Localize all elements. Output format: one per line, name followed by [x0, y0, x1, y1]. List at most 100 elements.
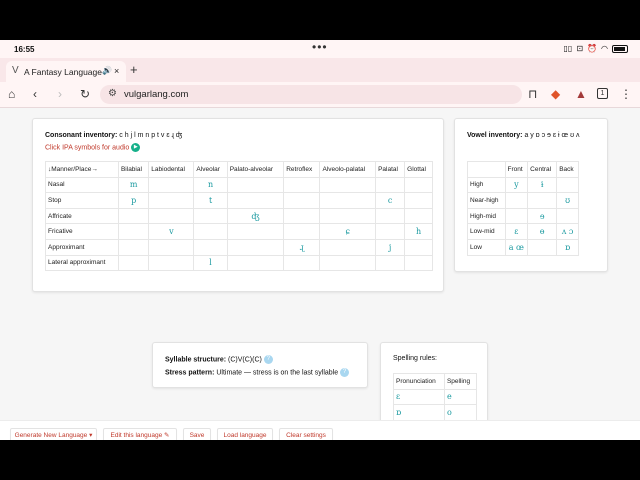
- brave-shield-icon[interactable]: ◆: [551, 87, 560, 101]
- syllable-help-icon[interactable]: ?: [263, 355, 273, 364]
- place-header: Bilabial: [117, 161, 150, 178]
- empty-cell: [527, 238, 558, 256]
- spelling-table: Pronunciation Spelling ɛeɒo: [393, 373, 478, 420]
- save-button[interactable]: Save: [183, 428, 211, 440]
- vowel-column-header: Central: [527, 161, 558, 178]
- empty-cell: [283, 192, 321, 209]
- empty-cell: [319, 192, 377, 209]
- manner-label: Lateral approximant: [45, 254, 119, 272]
- empty-cell: [226, 192, 285, 209]
- wifi-icon: ◠: [601, 44, 608, 53]
- chevron-down-icon: ▾: [89, 432, 93, 439]
- clock: 16:55: [14, 45, 35, 54]
- ipa-symbol[interactable]: ʊ: [556, 192, 579, 209]
- edit-language-button[interactable]: Edit this language ✎: [103, 428, 177, 440]
- audio-hint: Click IPA symbols for audio ▶: [45, 143, 141, 152]
- empty-cell: [556, 207, 579, 225]
- overflow-menu-icon[interactable]: ⋮: [620, 87, 632, 101]
- empty-cell: [504, 207, 529, 225]
- ipa-symbol[interactable]: v: [148, 223, 195, 240]
- split-screen-icon: ▯▯: [563, 44, 573, 53]
- status-bar: 16:55 ••• ▯▯ ⊡ ⏰ ◠: [0, 40, 640, 58]
- empty-cell: [148, 176, 195, 194]
- spelling-header-row: Pronunciation Spelling: [393, 373, 478, 390]
- ipa-symbol[interactable]: e: [443, 388, 478, 406]
- vowel-card: Vowel inventory: a y ɒ ɔ ɘ ɛ ɨ œ ʊ ʌ Fro…: [454, 118, 608, 272]
- syllable-structure-value: (C)V(C)(C): [228, 356, 262, 364]
- consonant-row: Nasal m n: [45, 176, 433, 194]
- empty-cell: [117, 238, 150, 256]
- place-header: Alveolar: [193, 161, 228, 178]
- manner-label: Approximant: [45, 238, 119, 256]
- spelling-column-header: Spelling: [443, 373, 478, 390]
- empty-cell: [504, 192, 529, 209]
- ipa-symbol[interactable]: o: [443, 404, 478, 420]
- audio-playing-icon[interactable]: 🔊: [102, 66, 112, 75]
- bookmark-icon[interactable]: ⊓: [528, 87, 537, 101]
- ipa-symbol[interactable]: ɛ: [504, 223, 529, 240]
- close-tab-icon[interactable]: ×: [114, 66, 119, 76]
- empty-cell: [148, 207, 195, 225]
- consonant-row: Lateral approximant l: [45, 254, 433, 272]
- ipa-symbol[interactable]: ʤ: [226, 207, 285, 225]
- ipa-symbol[interactable]: h: [404, 223, 433, 240]
- clear-settings-button[interactable]: Clear settings: [279, 428, 333, 440]
- reload-icon[interactable]: ↻: [80, 87, 90, 101]
- ipa-symbol[interactable]: ɕ: [319, 223, 377, 240]
- empty-cell: [193, 223, 228, 240]
- consonant-row: Affricate ʤ: [45, 207, 433, 225]
- consonant-row: Fricative v ɕ h: [45, 223, 433, 240]
- spelling-row: ɒo: [393, 404, 478, 420]
- ipa-symbol[interactable]: l: [193, 254, 228, 272]
- ipa-symbol[interactable]: ɒ: [556, 238, 579, 256]
- empty-cell: [148, 254, 195, 272]
- home-icon[interactable]: ⌂: [8, 87, 15, 101]
- window-menu-icon[interactable]: •••: [312, 40, 328, 54]
- ipa-symbol[interactable]: ɛ: [393, 388, 445, 406]
- tab-strip: V A Fantasy Language 🔊 × +: [0, 58, 640, 82]
- new-tab-button[interactable]: +: [130, 62, 138, 77]
- back-icon[interactable]: ‹: [33, 87, 37, 101]
- vowel-inventory-list: a y ɒ ɔ ɘ ɛ ɨ œ ʊ ʌ: [524, 132, 580, 139]
- ipa-symbol[interactable]: ɘ: [527, 207, 558, 225]
- empty-cell: [319, 238, 377, 256]
- stress-help-icon[interactable]: ?: [340, 368, 350, 377]
- play-audio-icon[interactable]: ▶: [131, 143, 141, 152]
- address-bar: ⌂ ‹ › ↻ ⚙ vulgarlang.com ⊓ ◆ ▲ 1 ⋮: [0, 82, 640, 108]
- generate-label: Generate New Language: [14, 432, 88, 439]
- vowel-inventory-label: Vowel inventory:: [467, 132, 523, 139]
- ipa-symbol[interactable]: ɻ: [283, 238, 321, 256]
- ipa-symbol[interactable]: c: [375, 192, 406, 209]
- url-field[interactable]: ⚙ vulgarlang.com: [100, 85, 522, 104]
- empty-cell: [148, 238, 195, 256]
- ipa-symbol[interactable]: m: [117, 176, 150, 194]
- ipa-symbol[interactable]: ɵ: [527, 223, 558, 240]
- spelling-title: Spelling rules:: [393, 355, 437, 362]
- ipa-symbol[interactable]: n: [193, 176, 228, 194]
- manner-label: Affricate: [45, 207, 119, 225]
- ipa-symbol[interactable]: y: [504, 176, 529, 194]
- ipa-symbol[interactable]: p: [117, 192, 150, 209]
- url-text: vulgarlang.com: [124, 89, 189, 100]
- consonant-inventory: Consonant inventory: c h j l m n p t v ɛ…: [45, 132, 182, 139]
- vowel-row: Near-high ʊ: [467, 192, 579, 209]
- ipa-symbol[interactable]: ʌ ɔ: [556, 223, 579, 240]
- place-header: Labiodental: [148, 161, 195, 178]
- ipa-symbol[interactable]: ɨ: [527, 176, 558, 194]
- vowel-column-header: Front: [504, 161, 529, 178]
- load-language-button[interactable]: Load language: [217, 428, 273, 440]
- generate-language-button[interactable]: Generate New Language ▾: [10, 428, 97, 440]
- spelling-row: ɛe: [393, 388, 478, 406]
- ipa-symbol[interactable]: j: [375, 238, 406, 256]
- consonant-header-row: ↓Manner/Place→ Bilabial Labiodental Alveol…: [45, 161, 433, 178]
- pencil-icon: ✎: [164, 432, 170, 439]
- ipa-symbol[interactable]: ɒ: [393, 404, 445, 420]
- site-info-icon[interactable]: ⚙: [108, 88, 117, 99]
- ipa-symbol[interactable]: t: [193, 192, 228, 209]
- ipa-symbol[interactable]: a œ: [504, 238, 529, 256]
- height-label: Low: [467, 238, 506, 256]
- rewards-icon[interactable]: ▲: [575, 87, 587, 101]
- forward-icon[interactable]: ›: [58, 87, 62, 101]
- browser-tab[interactable]: V A Fantasy Language 🔊 ×: [6, 61, 126, 82]
- tab-count-button[interactable]: 1: [597, 88, 608, 99]
